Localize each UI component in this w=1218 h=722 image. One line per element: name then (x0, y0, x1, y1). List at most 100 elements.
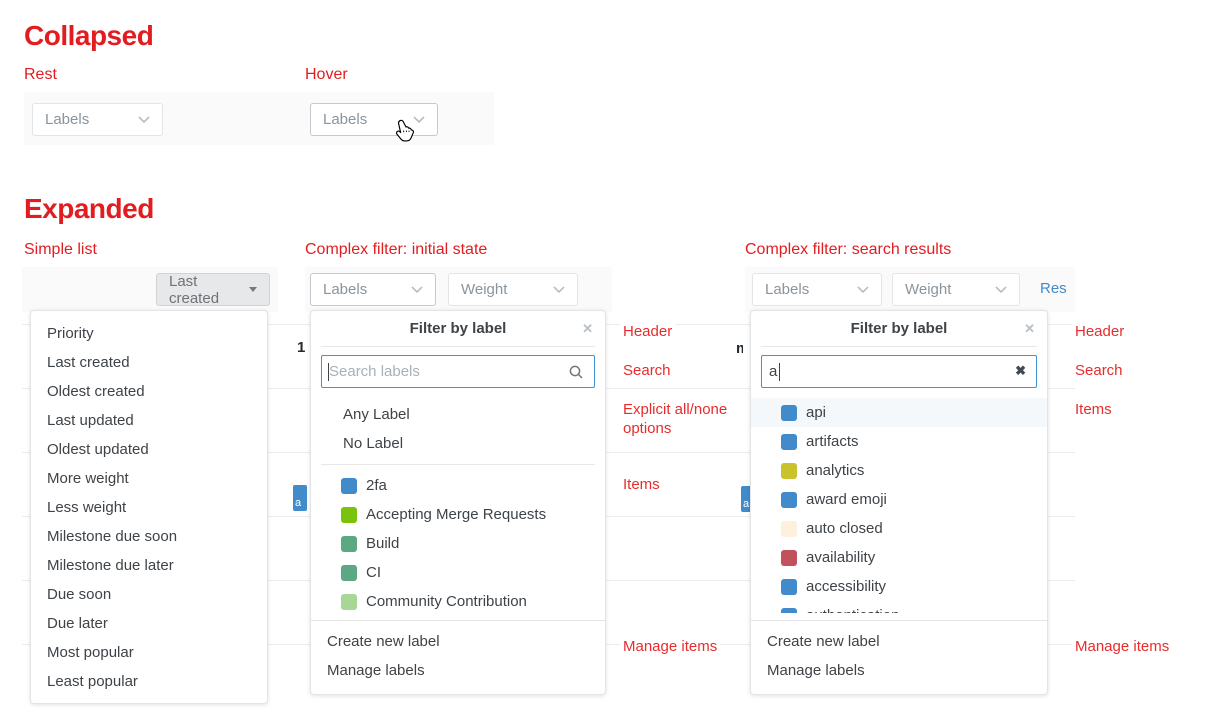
labels-dropdown-hover[interactable]: Labels (310, 103, 438, 136)
state-label-rest: Rest (24, 66, 57, 84)
footer-action[interactable]: Create new label (751, 627, 1047, 656)
search-icon (568, 364, 584, 385)
text-caret (328, 363, 329, 381)
label-item[interactable]: authentication (751, 601, 1047, 613)
weight-filter-label: Weight (905, 281, 951, 298)
sort-option[interactable]: Last created (31, 348, 267, 377)
annotation-manage-items: Manage items (620, 637, 720, 656)
close-icon[interactable]: ✕ (582, 321, 593, 337)
label-color-chip (341, 594, 357, 610)
label-name: analytics (806, 462, 864, 479)
sort-option[interactable]: Due later (31, 609, 267, 638)
sort-option[interactable]: Milestone due later (31, 551, 267, 580)
label-color-chip (781, 608, 797, 614)
clipped-background-text: m (736, 340, 743, 354)
label-item[interactable]: Community Contribution (311, 587, 605, 616)
sort-dropdown-panel: PriorityLast createdOldest createdLast u… (30, 310, 268, 704)
label-name: Accepting Merge Requests (366, 506, 546, 523)
label-color-chip (781, 579, 797, 595)
label-color-chip (781, 492, 797, 508)
filter-by-label-panel-results: Filter by label ✕ ✖ apiartifacts analytic… (750, 310, 1048, 695)
footer-action[interactable]: Manage labels (751, 656, 1047, 685)
annotation-search: Search (1072, 361, 1126, 380)
label-item[interactable]: 2fa (311, 471, 605, 500)
chevron-down-icon (857, 286, 869, 293)
clipped-background-text: 1 (297, 339, 305, 353)
column-label-search-results: Complex filter: search results (745, 241, 951, 259)
label-item[interactable]: artifacts (751, 427, 1047, 456)
label-search-input[interactable] (321, 355, 595, 388)
search-area: ✖ (751, 347, 1047, 394)
label-search-field[interactable] (329, 363, 560, 380)
sort-option[interactable]: Milestone due soon (31, 522, 267, 551)
hand-cursor-icon (392, 118, 415, 150)
label-name: award emoji (806, 491, 887, 508)
label-search-input[interactable]: ✖ (761, 355, 1037, 388)
sort-option[interactable]: Last updated (31, 406, 267, 435)
label-search-field[interactable] (769, 363, 1002, 380)
panel-footer: Create new labelManage labels (751, 620, 1047, 693)
label-item[interactable]: accessibility (751, 572, 1047, 601)
label-name: Community Contribution (366, 593, 527, 610)
annotation-manage-items: Manage items (1072, 637, 1172, 656)
labels-filter-label: Labels (765, 281, 809, 298)
label-color-chip (781, 434, 797, 450)
footer-action[interactable]: Create new label (311, 627, 605, 656)
panel-title: Filter by label (851, 320, 948, 337)
label-color-chip (341, 478, 357, 494)
label-item[interactable]: api (751, 398, 1047, 427)
labels-filter-button-initial[interactable]: Labels (310, 273, 436, 306)
section-title-collapsed: Collapsed (24, 20, 153, 52)
label-item[interactable]: analytics (751, 456, 1047, 485)
label-item[interactable]: availability (751, 543, 1047, 572)
close-icon[interactable]: ✕ (1024, 321, 1035, 337)
sort-option[interactable]: Most popular (31, 638, 267, 667)
sort-option[interactable]: Due soon (31, 580, 267, 609)
panel-header: Filter by label ✕ (321, 311, 595, 347)
chevron-down-icon (411, 286, 423, 293)
label-color-chip (781, 550, 797, 566)
clipped-background-label-chip: a (293, 485, 307, 511)
annotation-header: Header (1072, 322, 1127, 341)
caret-down-icon (249, 287, 257, 292)
chevron-down-icon (995, 286, 1007, 293)
sort-option[interactable]: More weight (31, 464, 267, 493)
annotation-items: Items (620, 475, 663, 494)
annotation-search: Search (620, 361, 674, 380)
list-divider (321, 464, 595, 465)
label-item[interactable]: Build (311, 529, 605, 558)
sort-option[interactable]: Oldest created (31, 377, 267, 406)
label-item[interactable]: auto closed (751, 514, 1047, 543)
label-name: authentication (806, 607, 899, 613)
weight-filter-button-results[interactable]: Weight (892, 273, 1020, 306)
labels-filter-button-results[interactable]: Labels (752, 273, 882, 306)
all-none-option[interactable]: No Label (311, 429, 605, 458)
footer-action[interactable]: Manage labels (311, 656, 605, 685)
label-name: 2fa (366, 477, 387, 494)
sort-option[interactable]: Least popular (31, 667, 267, 696)
label-color-chip (781, 463, 797, 479)
label-item[interactable]: CI (311, 558, 605, 587)
labels-dropdown-rest[interactable]: Labels (32, 103, 163, 136)
weight-filter-button-initial[interactable]: Weight (448, 273, 578, 306)
clear-search-icon[interactable]: ✖ (1015, 363, 1026, 379)
label-name: accessibility (806, 578, 886, 595)
sort-option[interactable]: Priority (31, 319, 267, 348)
reset-link[interactable]: Res (1040, 280, 1067, 297)
sort-option[interactable]: Less weight (31, 493, 267, 522)
all-none-option[interactable]: Any Label (311, 400, 605, 429)
column-label-simple-list: Simple list (24, 241, 97, 259)
sort-dropdown-button[interactable]: Last created (156, 273, 270, 306)
label-item[interactable]: Accepting Merge Requests (311, 500, 605, 529)
weight-filter-label: Weight (461, 281, 507, 298)
label-item[interactable]: award emoji (751, 485, 1047, 514)
labels-dropdown-label: Labels (45, 111, 89, 128)
label-color-chip (341, 565, 357, 581)
sort-option[interactable]: Oldest updated (31, 435, 267, 464)
chevron-down-icon (138, 116, 150, 123)
label-color-chip (781, 405, 797, 421)
column-label-initial-state: Complex filter: initial state (305, 241, 487, 259)
chevron-down-icon (553, 286, 565, 293)
state-label-hover: Hover (305, 66, 348, 84)
label-items-list: 2fa Accepting Merge Requests BuildCI Commun… (311, 471, 605, 616)
